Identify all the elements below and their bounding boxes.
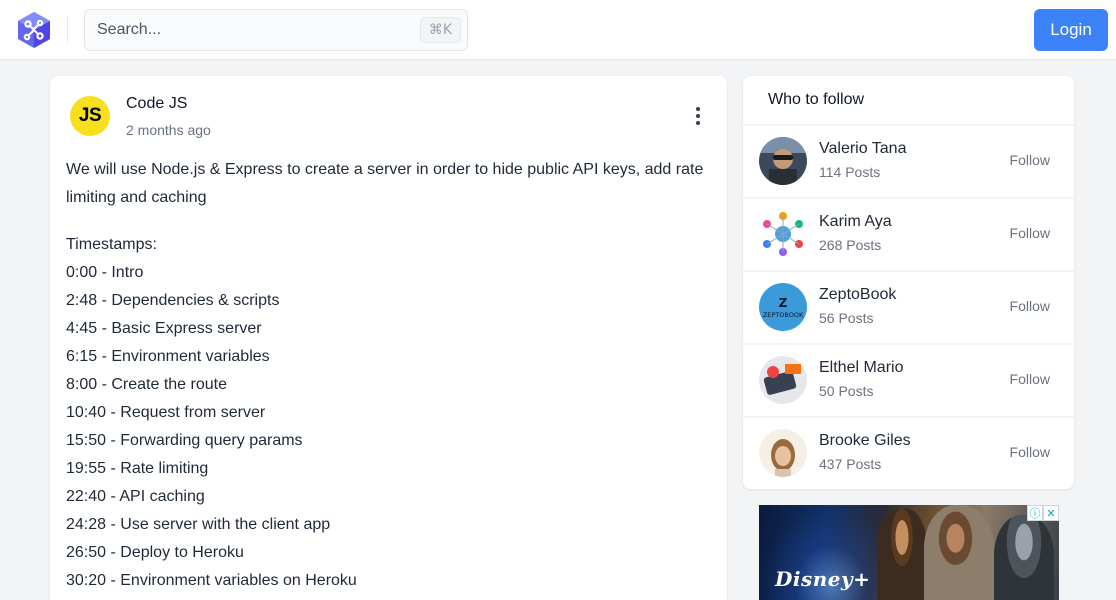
follow-user-post-count: 56 Posts	[819, 310, 874, 326]
follow-list-item: Elthel Mario 50 Posts Follow	[743, 343, 1074, 416]
app-logo-icon[interactable]	[14, 10, 54, 50]
timestamp-line: 24:28 - Use server with the client app	[66, 516, 331, 533]
ad-info-icon[interactable]: ⓘ	[1027, 505, 1043, 521]
ad-brand-logo: Disney+	[775, 567, 871, 591]
author-name[interactable]: Code JS	[126, 95, 187, 113]
timestamp-line: 22:40 - API caching	[66, 488, 205, 505]
follow-user-name[interactable]: Elthel Mario	[819, 359, 903, 377]
ad-character-image	[994, 515, 1054, 600]
post-body: We will use Node.js & Express to create …	[66, 156, 716, 595]
svg-text:ZEPTOBOOK: ZEPTOBOOK	[763, 311, 804, 319]
avatar[interactable]: Z ZEPTOBOOK	[759, 283, 807, 331]
post-intro: We will use Node.js & Express to create …	[66, 161, 704, 206]
post-timestamp: 2 months ago	[126, 122, 211, 138]
follow-user-name[interactable]: Karim Aya	[819, 213, 892, 231]
search-input[interactable]	[97, 21, 420, 39]
advertisement-banner[interactable]: Disney+ ⓘ ✕	[759, 505, 1059, 600]
post-card: JS Code JS 2 months ago We will use Node…	[50, 76, 727, 600]
timestamp-line: 19:55 - Rate limiting	[66, 460, 209, 477]
author-avatar[interactable]: JS	[70, 96, 110, 136]
timestamp-line: 2:48 - Dependencies & scripts	[66, 292, 280, 309]
timestamp-line: 26:50 - Deploy to Heroku	[66, 544, 244, 561]
follow-button[interactable]: Follow	[1010, 298, 1050, 314]
follow-user-name[interactable]: Valerio Tana	[819, 140, 906, 158]
avatar[interactable]	[759, 356, 807, 404]
follow-button[interactable]: Follow	[1010, 225, 1050, 241]
follow-list: Valerio Tana 114 Posts Follow Karim Aya …	[743, 124, 1074, 489]
timestamp-line: 4:45 - Basic Express server	[66, 320, 262, 337]
avatar[interactable]	[759, 429, 807, 477]
login-button[interactable]: Login	[1034, 9, 1108, 51]
follow-list-item: Z ZEPTOBOOK ZeptoBook 56 Posts Follow	[743, 270, 1074, 343]
timestamps-heading: Timestamps:	[66, 236, 157, 253]
timestamp-line: 10:40 - Request from server	[66, 404, 266, 421]
follow-user-name[interactable]: ZeptoBook	[819, 286, 896, 304]
follow-button[interactable]: Follow	[1010, 371, 1050, 387]
follow-user-post-count: 50 Posts	[819, 383, 874, 399]
timestamp-line: 8:00 - Create the route	[66, 376, 227, 393]
ad-character-image	[877, 509, 927, 600]
timestamp-line: 0:00 - Intro	[66, 264, 144, 281]
follow-button[interactable]: Follow	[1010, 444, 1050, 460]
top-header: ⌘K Login	[0, 0, 1116, 60]
search-shortcut-badge: ⌘K	[419, 17, 461, 43]
ad-badges: ⓘ ✕	[1027, 505, 1059, 521]
who-to-follow-title: Who to follow	[768, 91, 865, 108]
search-box[interactable]: ⌘K	[84, 9, 468, 51]
follow-list-item: Brooke Giles 437 Posts Follow	[743, 416, 1074, 489]
follow-user-post-count: 437 Posts	[819, 456, 882, 472]
follow-user-post-count: 114 Posts	[819, 164, 881, 180]
follow-list-item: Karim Aya 268 Posts Follow	[743, 197, 1074, 270]
ad-close-icon[interactable]: ✕	[1043, 505, 1059, 521]
follow-user-name[interactable]: Brooke Giles	[819, 432, 911, 450]
svg-text:Z: Z	[779, 296, 788, 310]
avatar[interactable]	[759, 210, 807, 258]
who-to-follow-card: Who to follow Valerio Tana 114 Posts Fol…	[743, 76, 1074, 489]
follow-list-item: Valerio Tana 114 Posts Follow	[743, 124, 1074, 197]
follow-user-post-count: 268 Posts	[819, 237, 882, 253]
more-options-icon[interactable]	[688, 104, 708, 128]
follow-button[interactable]: Follow	[1010, 152, 1050, 168]
timestamp-line: 6:15 - Environment variables	[66, 348, 270, 365]
avatar[interactable]	[759, 137, 807, 185]
timestamp-line: 15:50 - Forwarding query params	[66, 432, 303, 449]
header-divider	[67, 17, 68, 43]
ad-character-image	[924, 505, 994, 600]
timestamp-line: 30:20 - Environment variables on Heroku	[66, 572, 357, 589]
